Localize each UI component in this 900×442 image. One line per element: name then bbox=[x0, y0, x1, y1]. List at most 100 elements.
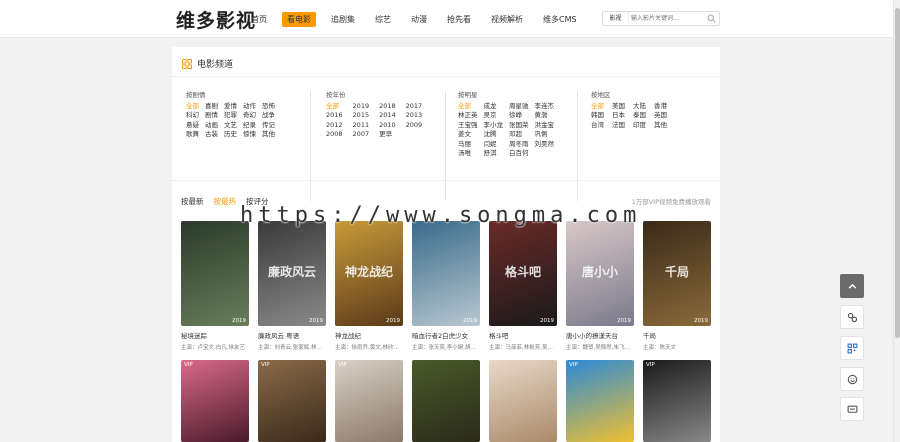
filter-actor-option[interactable]: 马丽 bbox=[458, 140, 478, 150]
filter-year-option[interactable]: 2017 bbox=[406, 102, 423, 112]
filter-region-option[interactable]: 其他 bbox=[654, 121, 667, 131]
search-icon[interactable] bbox=[707, 14, 716, 23]
movie-card[interactable]: VIP bbox=[258, 360, 326, 442]
filter-actor-option[interactable]: 沈腾 bbox=[484, 130, 504, 140]
filter-actor-option[interactable]: 刘昊然 bbox=[535, 140, 555, 150]
filter-genre-option[interactable]: 全部 bbox=[186, 102, 199, 112]
feedback-button[interactable] bbox=[840, 367, 864, 391]
movie-poster[interactable]: VIP bbox=[335, 360, 403, 442]
filter-region-option[interactable]: 泰国 bbox=[633, 111, 646, 121]
filter-year-option[interactable]: 2015 bbox=[353, 111, 370, 121]
movie-card[interactable]: VIP bbox=[566, 360, 634, 442]
search-input[interactable] bbox=[631, 13, 703, 24]
nav-anime[interactable]: 动漫 bbox=[406, 12, 432, 27]
filter-genre-option[interactable]: 其他 bbox=[262, 130, 275, 140]
movie-title[interactable]: 千局 bbox=[643, 330, 711, 340]
movie-title[interactable]: 神龙战纪 bbox=[335, 330, 403, 340]
filter-year-option[interactable]: 2012 bbox=[326, 121, 343, 131]
filter-region-option[interactable]: 法国 bbox=[612, 121, 625, 131]
filter-region-option[interactable]: 全部 bbox=[591, 102, 604, 112]
filter-actor-option[interactable]: 洪金宝 bbox=[535, 121, 555, 131]
filter-genre-option[interactable]: 犯罪 bbox=[224, 111, 237, 121]
movie-poster[interactable]: 2019 bbox=[412, 221, 480, 326]
movie-card[interactable]: 格斗吧 2019 格斗吧 主演：马菲菲,林彬芳,吴… bbox=[489, 221, 557, 351]
sort-hottest[interactable]: 按最热 bbox=[214, 196, 237, 207]
page-scrollbar[interactable] bbox=[893, 0, 900, 442]
filter-actor-option[interactable]: 邓超 bbox=[509, 130, 529, 140]
movie-poster[interactable]: 2019 bbox=[181, 221, 249, 326]
filter-actor-option[interactable]: 成龙 bbox=[484, 102, 504, 112]
filter-genre-option[interactable]: 歌舞 bbox=[186, 130, 199, 140]
movie-poster[interactable]: VIP bbox=[258, 360, 326, 442]
movie-poster[interactable] bbox=[489, 360, 557, 442]
movie-card[interactable]: 唐小小 2019 唐小小的撩漾天台 主演：魏贤,吴佩然,朱飞… bbox=[566, 221, 634, 351]
filter-region-option[interactable]: 印度 bbox=[633, 121, 646, 131]
filter-year-option[interactable]: 2008 bbox=[326, 130, 343, 140]
filter-genre-option[interactable]: 文艺 bbox=[224, 121, 237, 131]
movie-poster[interactable]: VIP bbox=[181, 360, 249, 442]
filter-year-option[interactable]: 2016 bbox=[326, 111, 343, 121]
filter-region-option[interactable]: 香港 bbox=[654, 102, 667, 112]
filter-year-option[interactable]: 2010 bbox=[379, 121, 396, 131]
qrcode-button[interactable] bbox=[840, 336, 864, 360]
search-type-select[interactable]: 影视 bbox=[603, 12, 629, 25]
movie-poster[interactable]: 唐小小 2019 bbox=[566, 221, 634, 326]
filter-year-option[interactable]: 2009 bbox=[406, 121, 423, 131]
filter-genre-option[interactable]: 科幻 bbox=[186, 111, 199, 121]
filter-region-option[interactable]: 韩国 bbox=[591, 111, 604, 121]
filter-genre-option[interactable]: 动画 bbox=[205, 121, 218, 131]
filter-genre-option[interactable]: 爱情 bbox=[224, 102, 237, 112]
filter-genre-option[interactable]: 动作 bbox=[243, 102, 256, 112]
filter-region-option[interactable]: 美国 bbox=[612, 102, 625, 112]
message-button[interactable] bbox=[840, 397, 864, 421]
filter-region-option[interactable]: 台湾 bbox=[591, 121, 604, 131]
filter-genre-option[interactable]: 奇幻 bbox=[243, 111, 256, 121]
filter-actor-option[interactable]: 汤唯 bbox=[458, 149, 478, 159]
filter-actor-option[interactable]: 林正英 bbox=[458, 111, 478, 121]
filter-actor-option[interactable]: 全部 bbox=[458, 102, 478, 112]
nav-movies[interactable]: 看电影 bbox=[282, 12, 316, 27]
movie-card[interactable]: 2019 秘境迷踪 主演：卢宝文,白凡,徐友艺 bbox=[181, 221, 249, 351]
filter-year-option[interactable]: 2019 bbox=[353, 102, 370, 112]
filter-actor-option[interactable]: 白百何 bbox=[509, 149, 529, 159]
filter-actor-option[interactable]: 周星驰 bbox=[509, 102, 529, 112]
filter-region-option[interactable]: 日本 bbox=[612, 111, 625, 121]
movie-title[interactable]: 唐小小的撩漾天台 bbox=[566, 330, 634, 340]
filter-year-option[interactable]: 2007 bbox=[353, 130, 370, 140]
filter-actor-option[interactable]: 徐峥 bbox=[509, 111, 529, 121]
nav-video-parse[interactable]: 视频解析 bbox=[486, 12, 528, 27]
movie-card[interactable] bbox=[489, 360, 557, 442]
movie-card[interactable]: 千局 2019 千局 主演：陈天文 bbox=[643, 221, 711, 351]
nav-variety[interactable]: 综艺 bbox=[370, 12, 396, 27]
filter-year-option[interactable]: 2013 bbox=[406, 111, 423, 121]
filter-genre-option[interactable]: 历史 bbox=[224, 130, 237, 140]
filter-genre-option[interactable]: 悬疑 bbox=[186, 121, 199, 131]
filter-year-option[interactable]: 2018 bbox=[379, 102, 396, 112]
filter-actor-option[interactable]: 黄渤 bbox=[535, 111, 555, 121]
movie-poster[interactable] bbox=[412, 360, 480, 442]
filter-genre-option[interactable]: 剧情 bbox=[205, 111, 218, 121]
movie-poster[interactable]: 千局 2019 bbox=[643, 221, 711, 326]
movie-title[interactable]: 暗血行者2白虎少女 bbox=[412, 330, 480, 340]
filter-actor-option[interactable]: 李小龙 bbox=[484, 121, 504, 131]
filter-actor-option[interactable]: 张国荣 bbox=[509, 121, 529, 131]
filter-genre-option[interactable]: 传记 bbox=[262, 121, 275, 131]
filter-genre-option[interactable]: 恐怖 bbox=[262, 102, 275, 112]
movie-card[interactable]: 神龙战纪 2019 神龙战纪 主演：徐雨乔,黄文,林欣… bbox=[335, 221, 403, 351]
filter-actor-option[interactable]: 巩俐 bbox=[535, 130, 555, 140]
filter-genre-option[interactable]: 喜剧 bbox=[205, 102, 218, 112]
filter-actor-option[interactable]: 吴京 bbox=[484, 111, 504, 121]
movie-card[interactable]: VIP bbox=[335, 360, 403, 442]
movie-poster[interactable]: 格斗吧 2019 bbox=[489, 221, 557, 326]
movie-poster[interactable]: VIP bbox=[566, 360, 634, 442]
movie-title[interactable]: 廉政风云 粤语 bbox=[258, 330, 326, 340]
filter-year-option[interactable]: 2011 bbox=[353, 121, 370, 131]
site-logo[interactable]: 维多影视 bbox=[176, 6, 256, 33]
movie-card[interactable]: 廉政风云 2019 廉政风云 粤语 主演：刘青云,张家辉,林… bbox=[258, 221, 326, 351]
movie-poster[interactable]: 廉政风云 2019 bbox=[258, 221, 326, 326]
filter-actor-option[interactable]: 王宝强 bbox=[458, 121, 478, 131]
back-to-top-button[interactable] bbox=[840, 274, 864, 298]
filter-genre-option[interactable]: 纪录 bbox=[243, 121, 256, 131]
share-link-button[interactable] bbox=[840, 305, 864, 329]
filter-actor-option[interactable]: 姜文 bbox=[458, 130, 478, 140]
